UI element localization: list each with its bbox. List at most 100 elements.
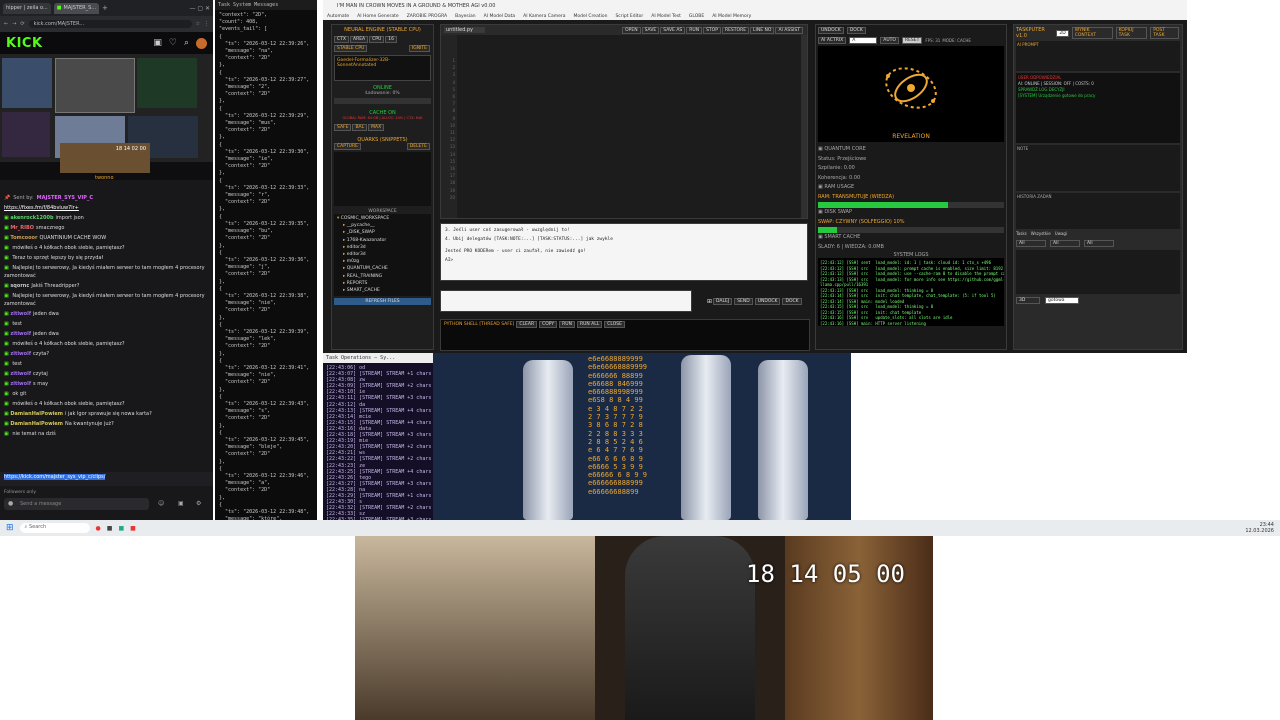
chat-username[interactable]: sqornc xyxy=(10,283,29,289)
revelation-view[interactable]: REVELATION xyxy=(818,46,1004,142)
menu-item[interactable]: ZAROBIE PROGRA xyxy=(407,14,447,19)
avatar[interactable] xyxy=(196,37,207,49)
lower-tab[interactable]: Tasks xyxy=(1016,231,1027,236)
editor-tool-button[interactable]: SAVE AS xyxy=(660,26,686,34)
chat-username[interactable]: zitiwolf xyxy=(10,381,31,387)
app-icon[interactable]: ■ xyxy=(107,525,113,532)
pinned-user[interactable]: MAJSTER_SYS_VIP_C xyxy=(37,194,93,202)
menu-item[interactable]: Automate xyxy=(327,14,349,19)
clock[interactable]: 23:44 12.03.2026 xyxy=(1245,522,1274,534)
chat-username[interactable]: akenrock1200b xyxy=(10,215,53,221)
app-icon[interactable]: ● xyxy=(96,525,101,532)
workspace-item[interactable]: ▸ SMART_CACHE xyxy=(337,287,428,294)
star-icon[interactable]: ☆ xyxy=(196,21,200,27)
menu-item[interactable]: AI Home Generate xyxy=(357,14,399,19)
mode-button[interactable]: SAFE xyxy=(334,124,352,131)
chip[interactable]: CTX xyxy=(334,36,349,43)
chat-username[interactable]: DamianHalPowiem xyxy=(10,421,63,427)
shell-button[interactable]: RUN xyxy=(559,321,575,328)
chat-username[interactable]: DamianHalPowiem xyxy=(10,411,63,417)
selected-link[interactable]: https://kick.com/majster_sys_vip_c/clips… xyxy=(4,474,106,480)
workspace-item[interactable]: ▸ _DISK_SWAP xyxy=(337,229,428,236)
workspace-item[interactable]: ▸ m0zg xyxy=(337,258,428,265)
ai-console[interactable]: 3. Jeśli user coś zasugerował - uwzględn… xyxy=(440,223,808,281)
filter-select[interactable]: All xyxy=(1050,240,1080,247)
game-view[interactable]: e6e6688889999 e6e66668889999 e666666 88899… xyxy=(433,353,851,520)
post-button[interactable]: POST TASK xyxy=(1150,27,1180,39)
ai-prompt-area[interactable]: AI PROMPT xyxy=(1016,41,1180,71)
prompt-input[interactable] xyxy=(440,290,692,312)
menu-item[interactable]: Model Creation xyxy=(573,14,607,19)
emote-icon[interactable]: ☺ xyxy=(158,500,164,507)
chat-username[interactable]: zitiwolf xyxy=(10,351,31,357)
workspace-item[interactable]: ▸ REPORTS xyxy=(337,280,428,287)
menu-item[interactable]: AI Model Test xyxy=(651,14,681,19)
app-icon[interactable]: ■ xyxy=(118,525,124,532)
search-icon[interactable]: ⌕ xyxy=(184,38,189,48)
lower-tab[interactable]: Uwagi xyxy=(1055,231,1067,236)
ignite-button[interactable]: IGNITE xyxy=(408,45,430,52)
python-shell[interactable]: PYTHON SHELL [THREAD SAFE] CLEAR COPY RUN R… xyxy=(440,319,810,351)
dock-tab[interactable]: DOCK xyxy=(846,27,866,34)
browser-tab-active[interactable]: ■ MAJSTER_S... xyxy=(53,2,100,14)
task-list[interactable] xyxy=(1016,250,1180,294)
chip[interactable]: CPU xyxy=(369,36,385,43)
shell-button[interactable]: COPY xyxy=(539,321,558,328)
shell-button[interactable]: CLEAR xyxy=(516,321,538,328)
kopiuj-button[interactable]: KOPIUJ TASK xyxy=(1115,27,1148,39)
shell-button[interactable]: CLOSE xyxy=(604,321,626,328)
quarks-list[interactable] xyxy=(334,152,431,206)
chat-username[interactable]: Tomcooor xyxy=(10,235,37,241)
workspace-root[interactable]: ▾ COSMIC_WORKSPACE xyxy=(337,215,428,222)
taskbar-search[interactable]: ⌕ Search xyxy=(19,523,90,533)
actrix-button[interactable]: AI ACTRIX xyxy=(818,37,847,44)
mode-button[interactable]: BAL xyxy=(352,124,368,131)
editor-tool-button[interactable]: LINE NO xyxy=(750,26,775,34)
undock-tab[interactable]: UNDOCK xyxy=(818,27,844,34)
menu-item[interactable]: AI Model Memory xyxy=(712,14,751,19)
actrix-select[interactable]: A xyxy=(849,37,878,44)
reset-button[interactable]: RESET xyxy=(901,37,923,44)
chat-username[interactable]: zitiwolf xyxy=(10,331,31,337)
editor-tool-button[interactable]: RESTORE xyxy=(721,26,750,34)
chat-input[interactable]: Send a message xyxy=(4,498,149,510)
send-button[interactable]: SEND xyxy=(734,298,753,305)
window-controls[interactable]: — ▢ ✕ xyxy=(189,5,210,12)
back-icon[interactable]: ← xyxy=(4,21,8,27)
note-area[interactable]: NOTE xyxy=(1016,145,1180,191)
editor-tool-button[interactable]: RUN xyxy=(686,26,703,34)
mode-3d[interactable]: 3D xyxy=(1016,297,1040,304)
filter-select[interactable]: All xyxy=(1016,240,1046,247)
menu-item[interactable]: Bayesian xyxy=(455,14,475,19)
dock-button[interactable]: DOCK xyxy=(782,298,802,305)
code-editor[interactable] xyxy=(457,35,801,218)
kick-logo[interactable]: KICK xyxy=(6,36,43,51)
editor-tool-button[interactable]: AI ASSIST xyxy=(775,26,803,34)
browser-tab[interactable]: hipper | zeila o... xyxy=(3,2,51,14)
forward-icon[interactable]: → xyxy=(12,21,16,27)
model-field[interactable]: Goedel-Formalizer-32B-SonnetAnnotated xyxy=(334,55,431,81)
chat-username[interactable]: zitiwolf xyxy=(10,311,31,317)
chip[interactable]: AREA xyxy=(349,36,369,43)
refresh-button[interactable]: REFRESH FILES xyxy=(334,298,431,305)
workspace-item[interactable]: ▸ REAL_TRAINING xyxy=(337,273,428,280)
pinned-link[interactable]: https://fixes.fm/f/84bviuw7lr+ xyxy=(0,203,213,213)
menu-item[interactable]: AI Kamera Camera xyxy=(523,14,565,19)
mode-button[interactable]: MAX xyxy=(368,124,385,131)
mic-icon[interactable]: ● xyxy=(8,500,13,507)
editor-tool-button[interactable]: OPEN xyxy=(622,26,641,34)
menu-item[interactable]: Script Editor xyxy=(615,14,643,19)
dalej-button[interactable]: DALEJ xyxy=(713,298,733,305)
chip[interactable]: 16 xyxy=(385,36,398,43)
capture-button[interactable]: CAPTURE xyxy=(334,143,361,150)
chat-username[interactable]: zitiwolf xyxy=(10,371,31,377)
undock-button[interactable]: UNDOCK xyxy=(754,298,781,305)
chat-username[interactable]: Mr_RIBO xyxy=(10,225,34,231)
app-icon[interactable]: ■ xyxy=(130,525,136,532)
reload-icon[interactable]: ⟳ xyxy=(20,21,24,27)
status-select[interactable]: gotowa xyxy=(1045,297,1079,304)
editor-scrollbar[interactable] xyxy=(801,35,807,218)
stable-button[interactable]: STABLE CPU xyxy=(334,45,368,52)
workspace-item[interactable]: ▸ editor3d xyxy=(337,244,428,251)
start-icon[interactable]: ⊞ xyxy=(6,523,14,533)
